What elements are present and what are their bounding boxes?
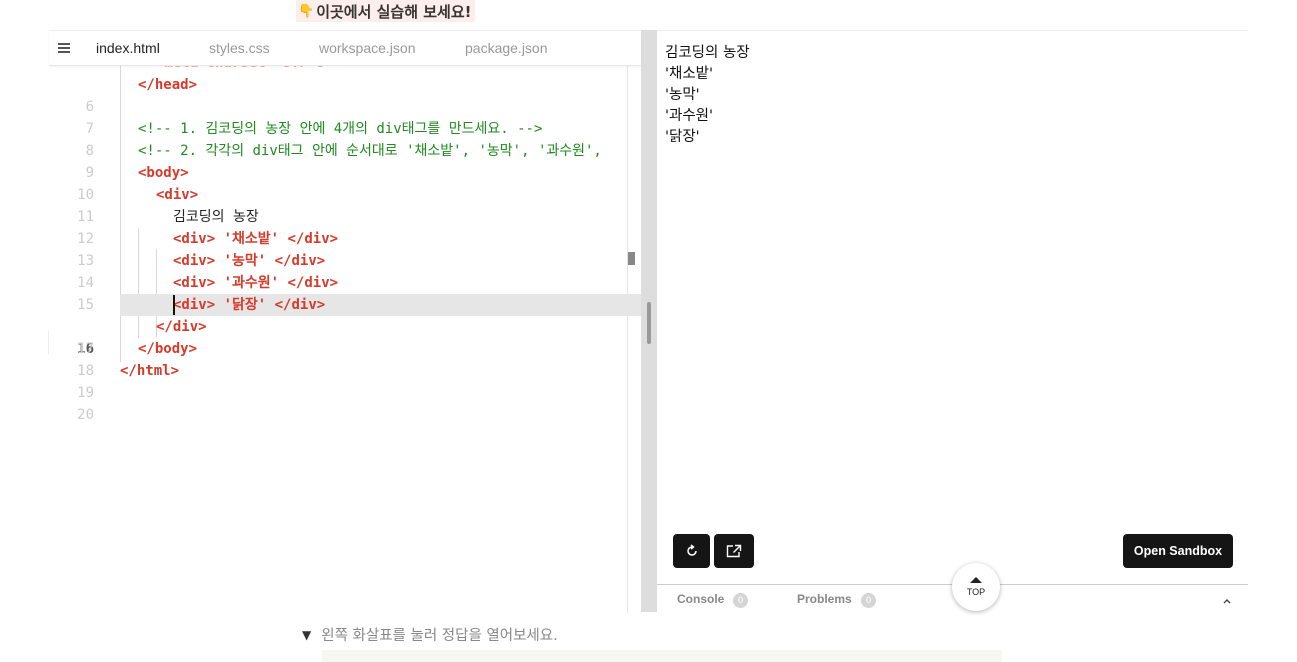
code-line: 14 <div> '농막' </div> <box>77 253 326 291</box>
text-cursor <box>173 295 175 315</box>
preview-pane: 김코딩의 농장 '채소밭' '농막' '과수원' '닭장' Open Sandb… <box>657 30 1248 585</box>
code-line: 10 <body> <box>77 165 189 203</box>
preview-text-line: '과수원' <box>665 108 713 124</box>
preview-text-line: '닭장' <box>665 129 700 145</box>
code-line-comment: 9 <!-- 2. 각각의 div태그 안에 순서대로 '채소밭', '농막',… <box>85 143 602 181</box>
chevron-up-icon[interactable] <box>1222 596 1232 606</box>
preview-text-line: '채소밭' <box>665 66 713 82</box>
code-area[interactable]: <meta charset="UTF-8"> 6 </head> 7 8 <!-… <box>49 65 641 613</box>
answer-toggle[interactable]: ▼ 왼쪽 화살표를 눌러 정답을 열어보세요. <box>302 624 558 645</box>
code-line: 13 <div> '채소밭' </div> <box>77 231 339 269</box>
answer-toggle-text: 왼쪽 화살표를 눌러 정답을 열어보세요. <box>321 628 558 644</box>
problems-count-badge: 0 <box>861 593 876 608</box>
arrow-up-icon <box>970 577 982 583</box>
code-line: 19 </html> <box>77 363 180 401</box>
code-line: 7 <box>85 121 94 137</box>
preview-text-line: 김코딩의 농장 <box>665 45 750 61</box>
preview-text-line: '농막' <box>665 87 700 103</box>
problems-tab[interactable]: Problems <box>797 592 852 606</box>
console-count-badge: 0 <box>733 593 748 608</box>
code-line: 11 <div> <box>77 187 199 225</box>
code-line: 15 <div> '과수원' </div> <box>77 275 339 313</box>
practice-banner: 👇 이곳에서 실습해 보세요! <box>296 0 476 22</box>
pointing-down-icon: 👇 <box>298 3 315 19</box>
refresh-icon <box>686 544 697 556</box>
code-line: 20 <box>77 407 94 423</box>
code-line: 18 </body> <box>77 341 198 379</box>
editor-tab-bar: index.html styles.css workspace.json pac… <box>49 31 641 66</box>
top-label: TOP <box>966 587 986 597</box>
open-new-window-button[interactable] <box>714 534 754 568</box>
triangle-down-icon[interactable]: ▼ <box>302 628 311 642</box>
external-link-icon <box>726 544 742 558</box>
splitter-handle[interactable] <box>647 302 651 344</box>
tab-package-json[interactable]: package.json <box>465 40 548 56</box>
code-line-comment: 8 <!-- 1. 김코딩의 농장 안에 4개의 div태그를 만드세요. --… <box>85 121 543 159</box>
code-line: 12 김코딩의 농장 <box>77 209 259 247</box>
banner-text: 이곳에서 실습해 보세요! <box>316 2 472 21</box>
tab-index-html[interactable]: index.html <box>96 40 160 56</box>
code-line-partial: <meta charset="UTF-8"> <box>49 65 641 74</box>
hamburger-menu-icon[interactable] <box>58 43 70 53</box>
code-line: 6 </head> <box>85 77 198 115</box>
scroll-to-top-button[interactable]: TOP <box>952 563 1000 611</box>
answer-box <box>322 650 1002 662</box>
editor-scrollbar[interactable] <box>627 65 628 613</box>
code-line: 17 </div> <box>77 319 207 357</box>
code-line-active: 16 <div> '닭장' </div> <box>49 294 641 357</box>
pane-splitter[interactable] <box>641 30 657 612</box>
refresh-button[interactable] <box>673 534 710 568</box>
console-tab[interactable]: Console <box>677 592 724 606</box>
tab-workspace-json[interactable]: workspace.json <box>319 40 416 56</box>
tab-styles-css[interactable]: styles.css <box>209 40 270 56</box>
editor-scroll-marker <box>628 252 635 265</box>
open-sandbox-button[interactable]: Open Sandbox <box>1123 534 1233 568</box>
code-editor: index.html styles.css workspace.json pac… <box>49 30 641 613</box>
